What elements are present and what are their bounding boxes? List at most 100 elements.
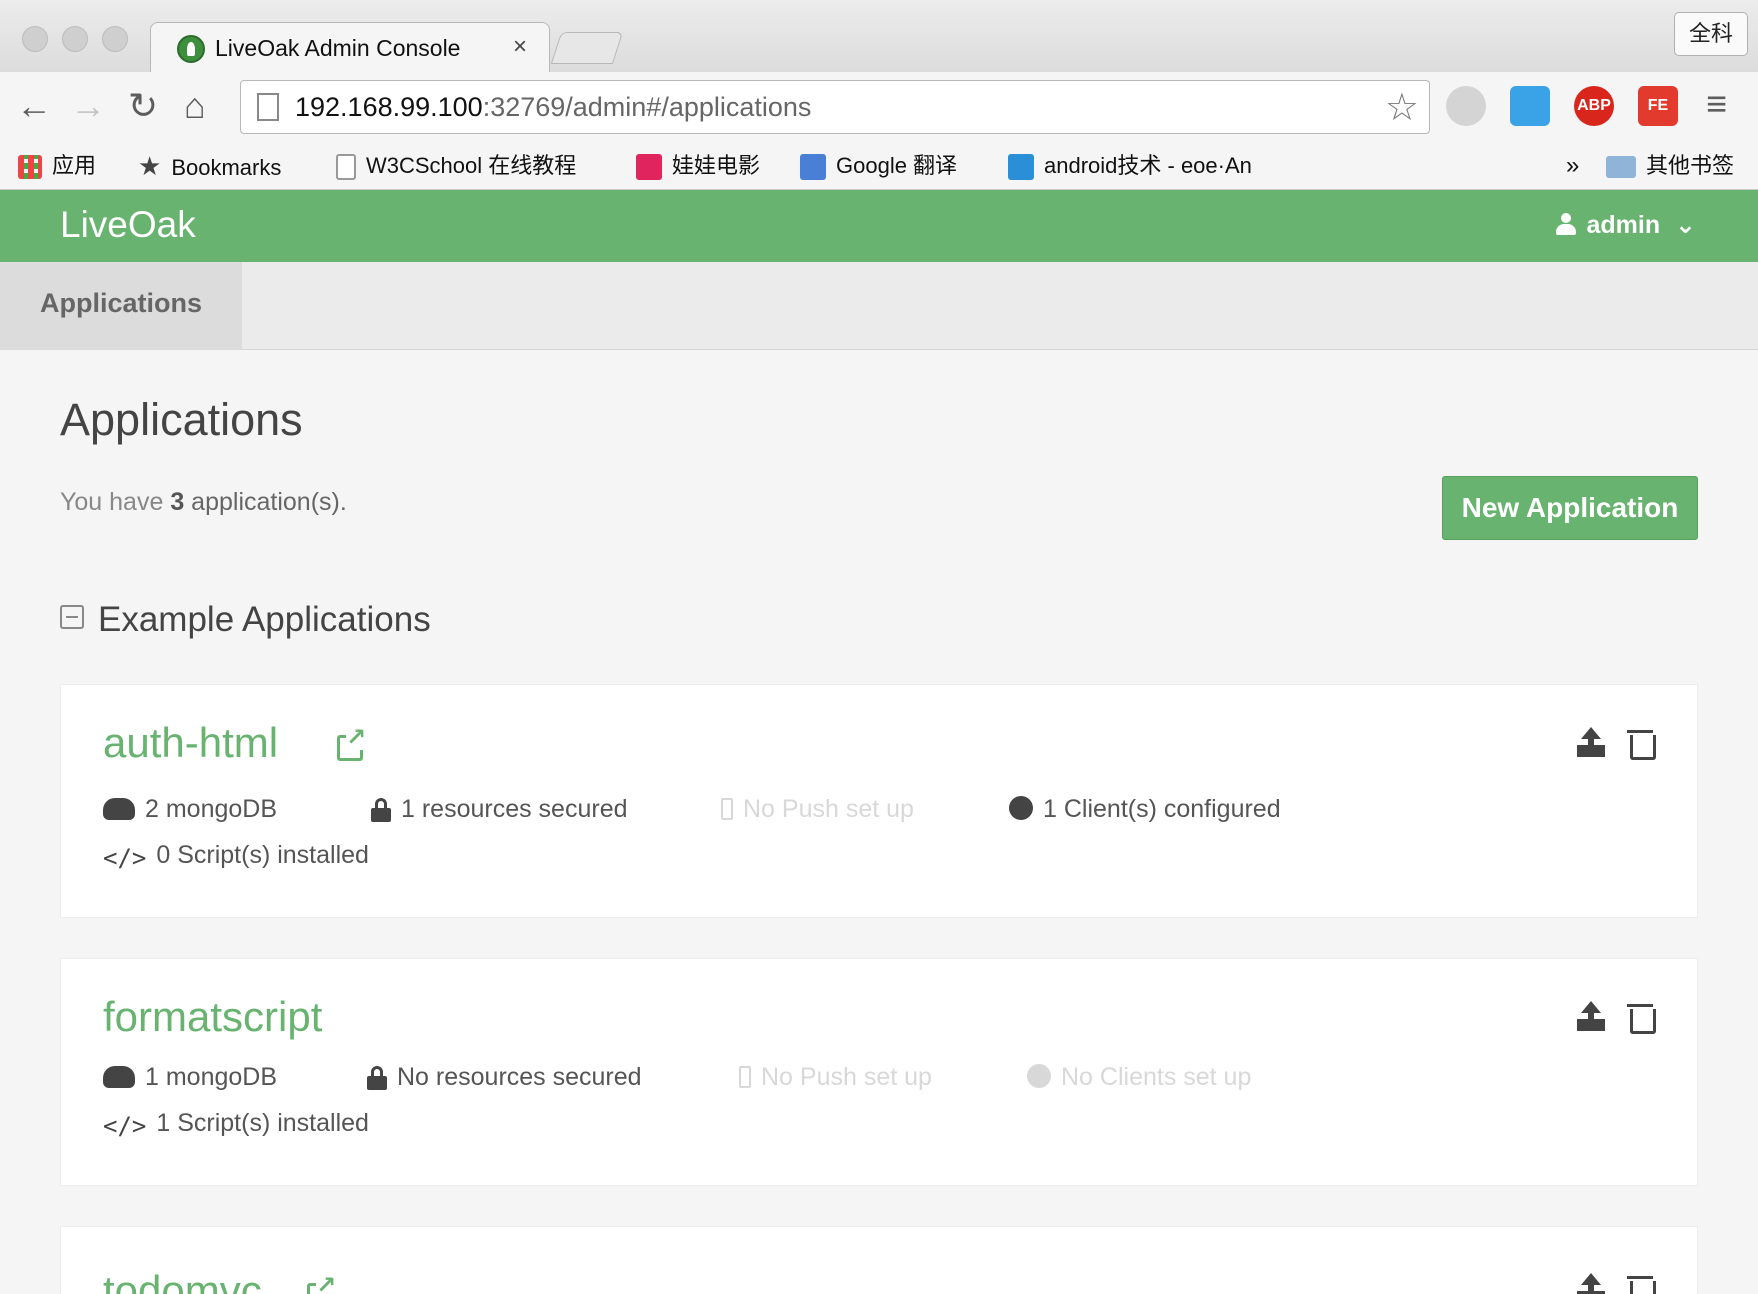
liveoak-favicon-icon (177, 35, 205, 63)
external-link-icon[interactable] (337, 726, 367, 761)
url-text[interactable]: 192.168.99.100:32769/admin#/applications (295, 92, 811, 123)
brand-logo[interactable]: LiveOak (60, 204, 196, 246)
page-icon (336, 154, 356, 181)
back-arrow-icon[interactable]: ← (16, 86, 52, 126)
trash-icon[interactable] (1625, 1001, 1657, 1034)
apps-grid-icon (18, 155, 42, 180)
push-text: No Push set up (761, 1063, 932, 1091)
lock-icon (371, 798, 391, 822)
push-stat: No Push set up (721, 795, 914, 824)
home-icon[interactable]: ⌂ (184, 86, 206, 126)
scripts-text: 1 Script(s) installed (156, 1109, 369, 1137)
user-icon (1556, 213, 1577, 235)
bookmark-label: Google 翻译 (836, 153, 958, 178)
trash-icon[interactable] (1625, 1273, 1657, 1294)
pencil-extension-icon[interactable] (1510, 86, 1550, 126)
bookmark-label: android技术 - eoe·An (1044, 153, 1252, 178)
bookmark-label: Bookmarks (171, 155, 282, 180)
upload-icon[interactable] (1575, 727, 1607, 759)
globe-icon (1027, 1064, 1051, 1088)
section-header[interactable]: Example Applications (60, 600, 431, 640)
new-tab-button[interactable] (550, 32, 624, 64)
new-application-button[interactable]: New Application (1442, 476, 1698, 540)
application-name-link[interactable]: todomvc (103, 1267, 262, 1294)
folder-icon (1606, 156, 1636, 179)
security-stat: No resources secured (367, 1063, 642, 1092)
storage-text: 1 mongoDB (145, 1063, 278, 1091)
security-text: 1 resources secured (401, 795, 628, 823)
bookmark-google-translate[interactable]: Google 翻译 (800, 148, 957, 184)
bookmark-label: 娃娃电影 (672, 153, 761, 178)
application-name-link[interactable]: formatscript (103, 993, 322, 1041)
profile-button[interactable]: 全科 (1674, 12, 1748, 56)
mobile-phone-icon (739, 1066, 751, 1088)
application-card: formatscript 1 mongoDB No resources secu… (60, 958, 1698, 1186)
count-suffix: application(s). (191, 488, 347, 516)
app-header: LiveOak admin ⌄ (0, 190, 1758, 262)
browser-menu-icon[interactable]: ≡ (1706, 84, 1727, 124)
storage-text: 2 mongoDB (145, 795, 278, 823)
trash-icon[interactable] (1625, 727, 1657, 760)
clients-text: 1 Client(s) configured (1043, 795, 1281, 823)
bookmark-star-icon[interactable]: ☆ (1385, 85, 1419, 130)
bookmark-bookmarks[interactable]: ★ Bookmarks (138, 148, 281, 184)
mobile-phone-icon (721, 798, 733, 820)
application-card: auth-html 2 mongoDB 1 resources secured … (60, 684, 1698, 918)
page-icon (257, 93, 279, 121)
bookmark-apps[interactable]: 应用 (18, 148, 96, 184)
browser-tab[interactable]: LiveOak Admin Console × (150, 22, 550, 74)
storage-stat: 1 mongoDB (103, 1063, 277, 1092)
tab-close-icon[interactable]: × (513, 33, 527, 61)
eoe-site-icon (1008, 154, 1034, 181)
address-bar[interactable]: 192.168.99.100:32769/admin#/applications… (240, 80, 1430, 134)
scripts-text: 0 Script(s) installed (156, 841, 369, 869)
window-close-button[interactable] (22, 26, 48, 52)
clients-stat: 1 Client(s) configured (1009, 795, 1281, 824)
bookmark-wawa-movie[interactable]: 娃娃电影 (636, 148, 760, 184)
bookmark-label: 其他书签 (1646, 153, 1735, 178)
user-menu[interactable]: admin ⌄ (1556, 210, 1696, 240)
fe-extension-icon[interactable]: FE (1638, 86, 1678, 126)
upload-icon[interactable] (1575, 1001, 1607, 1033)
tab-applications[interactable]: Applications (0, 262, 242, 350)
clients-stat: No Clients set up (1027, 1063, 1251, 1092)
page-title: Applications (60, 394, 303, 445)
reload-icon[interactable]: ↻ (128, 86, 158, 126)
other-bookmarks-folder[interactable]: 其他书签 (1606, 148, 1734, 184)
browser-titlebar: LiveOak Admin Console × 全科 (0, 0, 1758, 74)
sub-navigation: Applications (0, 262, 1758, 350)
cloud-icon (103, 1066, 135, 1088)
globe-extension-icon[interactable] (1446, 86, 1486, 126)
browser-toolbar: ← → ↻ ⌂ 192.168.99.100:32769/admin#/appl… (0, 72, 1758, 144)
bookmark-eoe-android[interactable]: android技术 - eoe·An (1008, 148, 1252, 184)
star-icon: ★ (138, 151, 162, 181)
window-minimize-button[interactable] (62, 26, 88, 52)
application-name-link[interactable]: auth-html (103, 719, 278, 767)
external-link-icon[interactable] (307, 1274, 337, 1294)
card-actions (1557, 1273, 1657, 1294)
bookmarks-bar: 应用 ★ Bookmarks W3CSchool 在线教程 娃娃电影 Google… (0, 144, 1758, 190)
push-text: No Push set up (743, 795, 914, 823)
globe-icon (1009, 796, 1033, 820)
application-card: todomvc (60, 1226, 1698, 1294)
code-icon: </> (103, 1112, 147, 1140)
bookmarks-overflow-chevron-icon[interactable]: » (1566, 148, 1579, 184)
application-count-text: You have 3 application(s). (60, 488, 347, 517)
collapse-icon[interactable] (60, 605, 84, 629)
count-prefix: You have (60, 488, 164, 516)
user-name: admin (1586, 211, 1661, 239)
section-title: Example Applications (98, 600, 431, 639)
window-zoom-button[interactable] (102, 26, 128, 52)
adblock-extension-icon[interactable]: ABP (1574, 86, 1614, 126)
url-host: 192.168.99.100 (295, 92, 483, 122)
bookmark-w3cschool[interactable]: W3CSchool 在线教程 (336, 148, 576, 184)
security-text: No resources secured (397, 1063, 642, 1091)
lock-icon (367, 1066, 387, 1090)
bookmark-label: 应用 (52, 153, 97, 178)
scripts-stat: </> 0 Script(s) installed (103, 841, 369, 872)
cloud-icon (103, 798, 135, 820)
movie-site-icon (636, 154, 662, 181)
clients-text: No Clients set up (1061, 1063, 1252, 1091)
forward-arrow-icon[interactable]: → (70, 86, 106, 126)
upload-icon[interactable] (1575, 1273, 1607, 1294)
